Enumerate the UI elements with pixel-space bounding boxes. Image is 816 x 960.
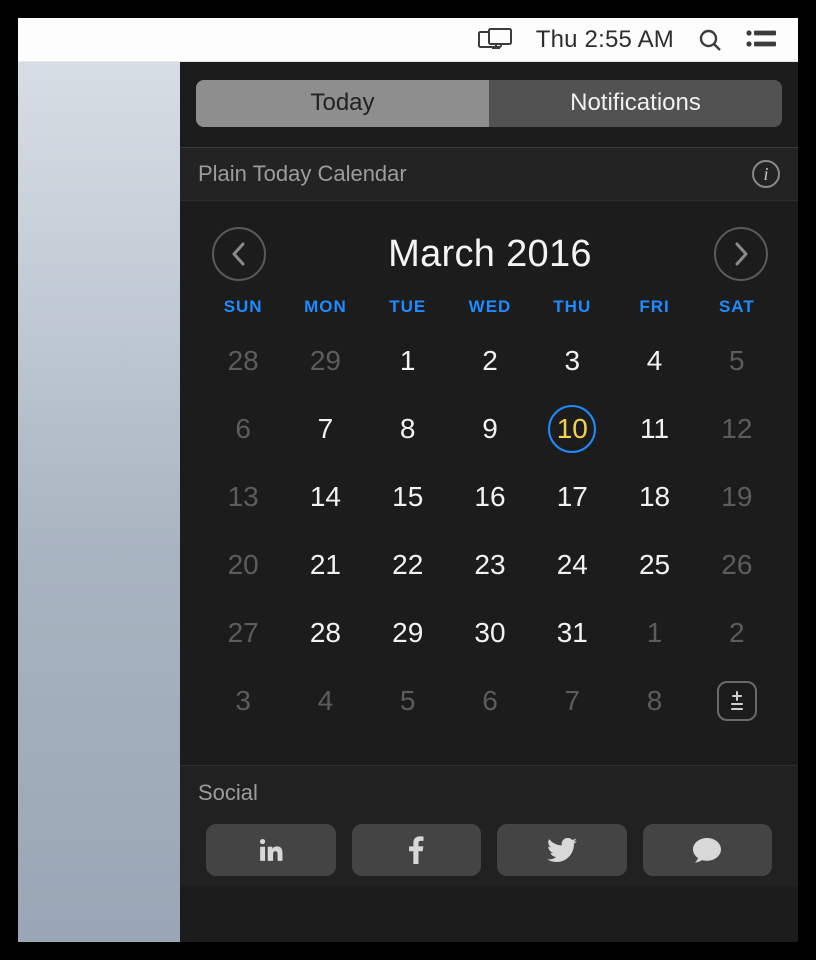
calendar-day[interactable]: 4 [613, 337, 695, 385]
tab-bar: Today Notifications [180, 62, 798, 148]
calendar-day[interactable]: 17 [531, 473, 613, 521]
calendar-day[interactable]: 3 [531, 337, 613, 385]
social-section: Social [180, 765, 798, 886]
calendar-day[interactable]: 8 [613, 677, 695, 725]
day-of-week-header: WED [449, 297, 531, 317]
day-of-week-header: TUE [367, 297, 449, 317]
tab-notifications[interactable]: Notifications [489, 80, 782, 127]
calendar-grid: SUNMONTUEWEDTHUFRISAT2829123456789101112… [202, 297, 778, 725]
displays-icon[interactable] [478, 28, 512, 52]
facebook-icon [408, 836, 424, 864]
calendar-day[interactable]: 2 [696, 609, 778, 657]
facebook-button[interactable] [352, 824, 482, 876]
calendar-day[interactable]: 14 [284, 473, 366, 521]
notification-center-panel: Today Notifications Plain Today Calendar… [180, 62, 798, 942]
day-of-week-header: FRI [613, 297, 695, 317]
edit-widgets-button[interactable] [717, 681, 757, 721]
calendar-day[interactable]: 24 [531, 541, 613, 589]
calendar-day[interactable]: 19 [696, 473, 778, 521]
messages-icon [692, 837, 722, 863]
calendar-day[interactable]: 11 [613, 405, 695, 453]
calendar-day[interactable]: 26 [696, 541, 778, 589]
calendar-day[interactable]: 1 [367, 337, 449, 385]
messages-button[interactable] [643, 824, 773, 876]
day-of-week-header: MON [284, 297, 366, 317]
month-label: March 2016 [388, 233, 592, 276]
day-of-week-header: SAT [696, 297, 778, 317]
calendar-day[interactable]: 18 [613, 473, 695, 521]
day-of-week-header: SUN [202, 297, 284, 317]
calendar-day[interactable]: 4 [284, 677, 366, 725]
desktop-wallpaper: Today Notifications Plain Today Calendar… [18, 62, 798, 942]
calendar-day[interactable]: 12 [696, 405, 778, 453]
twitter-button[interactable] [497, 824, 627, 876]
calendar-cell [696, 677, 778, 725]
calendar-day[interactable]: 29 [367, 609, 449, 657]
calendar-day[interactable]: 13 [202, 473, 284, 521]
calendar-day[interactable]: 10 [531, 405, 613, 453]
screen: Thu 2:55 AM Today Notifications [18, 18, 798, 942]
menubar-clock[interactable]: Thu 2:55 AM [536, 26, 674, 54]
calendar-day[interactable]: 27 [202, 609, 284, 657]
calendar-day[interactable]: 28 [202, 337, 284, 385]
widget-title-label: Plain Today Calendar [198, 161, 407, 187]
search-icon[interactable] [698, 28, 722, 52]
calendar-day[interactable]: 23 [449, 541, 531, 589]
info-icon[interactable]: i [752, 160, 780, 188]
calendar-day[interactable]: 7 [284, 405, 366, 453]
menubar: Thu 2:55 AM [18, 18, 798, 62]
calendar-day[interactable]: 3 [202, 677, 284, 725]
prev-month-button[interactable] [212, 227, 266, 281]
day-of-week-header: THU [531, 297, 613, 317]
calendar-day[interactable]: 20 [202, 541, 284, 589]
twitter-icon [547, 838, 577, 862]
calendar-day[interactable]: 7 [531, 677, 613, 725]
linkedin-button[interactable] [206, 824, 336, 876]
widget-header: Plain Today Calendar i [180, 148, 798, 201]
calendar-day[interactable]: 5 [696, 337, 778, 385]
calendar-day[interactable]: 22 [367, 541, 449, 589]
calendar-day[interactable]: 8 [367, 405, 449, 453]
calendar-day[interactable]: 31 [531, 609, 613, 657]
calendar-day[interactable]: 6 [449, 677, 531, 725]
calendar-day[interactable]: 2 [449, 337, 531, 385]
calendar-day[interactable]: 9 [449, 405, 531, 453]
calendar-day[interactable]: 25 [613, 541, 695, 589]
calendar-day[interactable]: 16 [449, 473, 531, 521]
notification-center-icon[interactable] [746, 29, 776, 51]
calendar-day[interactable]: 5 [367, 677, 449, 725]
calendar-day[interactable]: 21 [284, 541, 366, 589]
calendar-widget: March 2016 SUNMONTUEWEDTHUFRISAT28291234… [180, 201, 798, 753]
calendar-day[interactable]: 15 [367, 473, 449, 521]
calendar-day[interactable]: 1 [613, 609, 695, 657]
calendar-day[interactable]: 29 [284, 337, 366, 385]
social-title: Social [198, 780, 780, 806]
tab-today[interactable]: Today [196, 80, 489, 127]
next-month-button[interactable] [714, 227, 768, 281]
linkedin-icon [258, 837, 284, 863]
calendar-day[interactable]: 30 [449, 609, 531, 657]
calendar-day[interactable]: 6 [202, 405, 284, 453]
calendar-day[interactable]: 28 [284, 609, 366, 657]
